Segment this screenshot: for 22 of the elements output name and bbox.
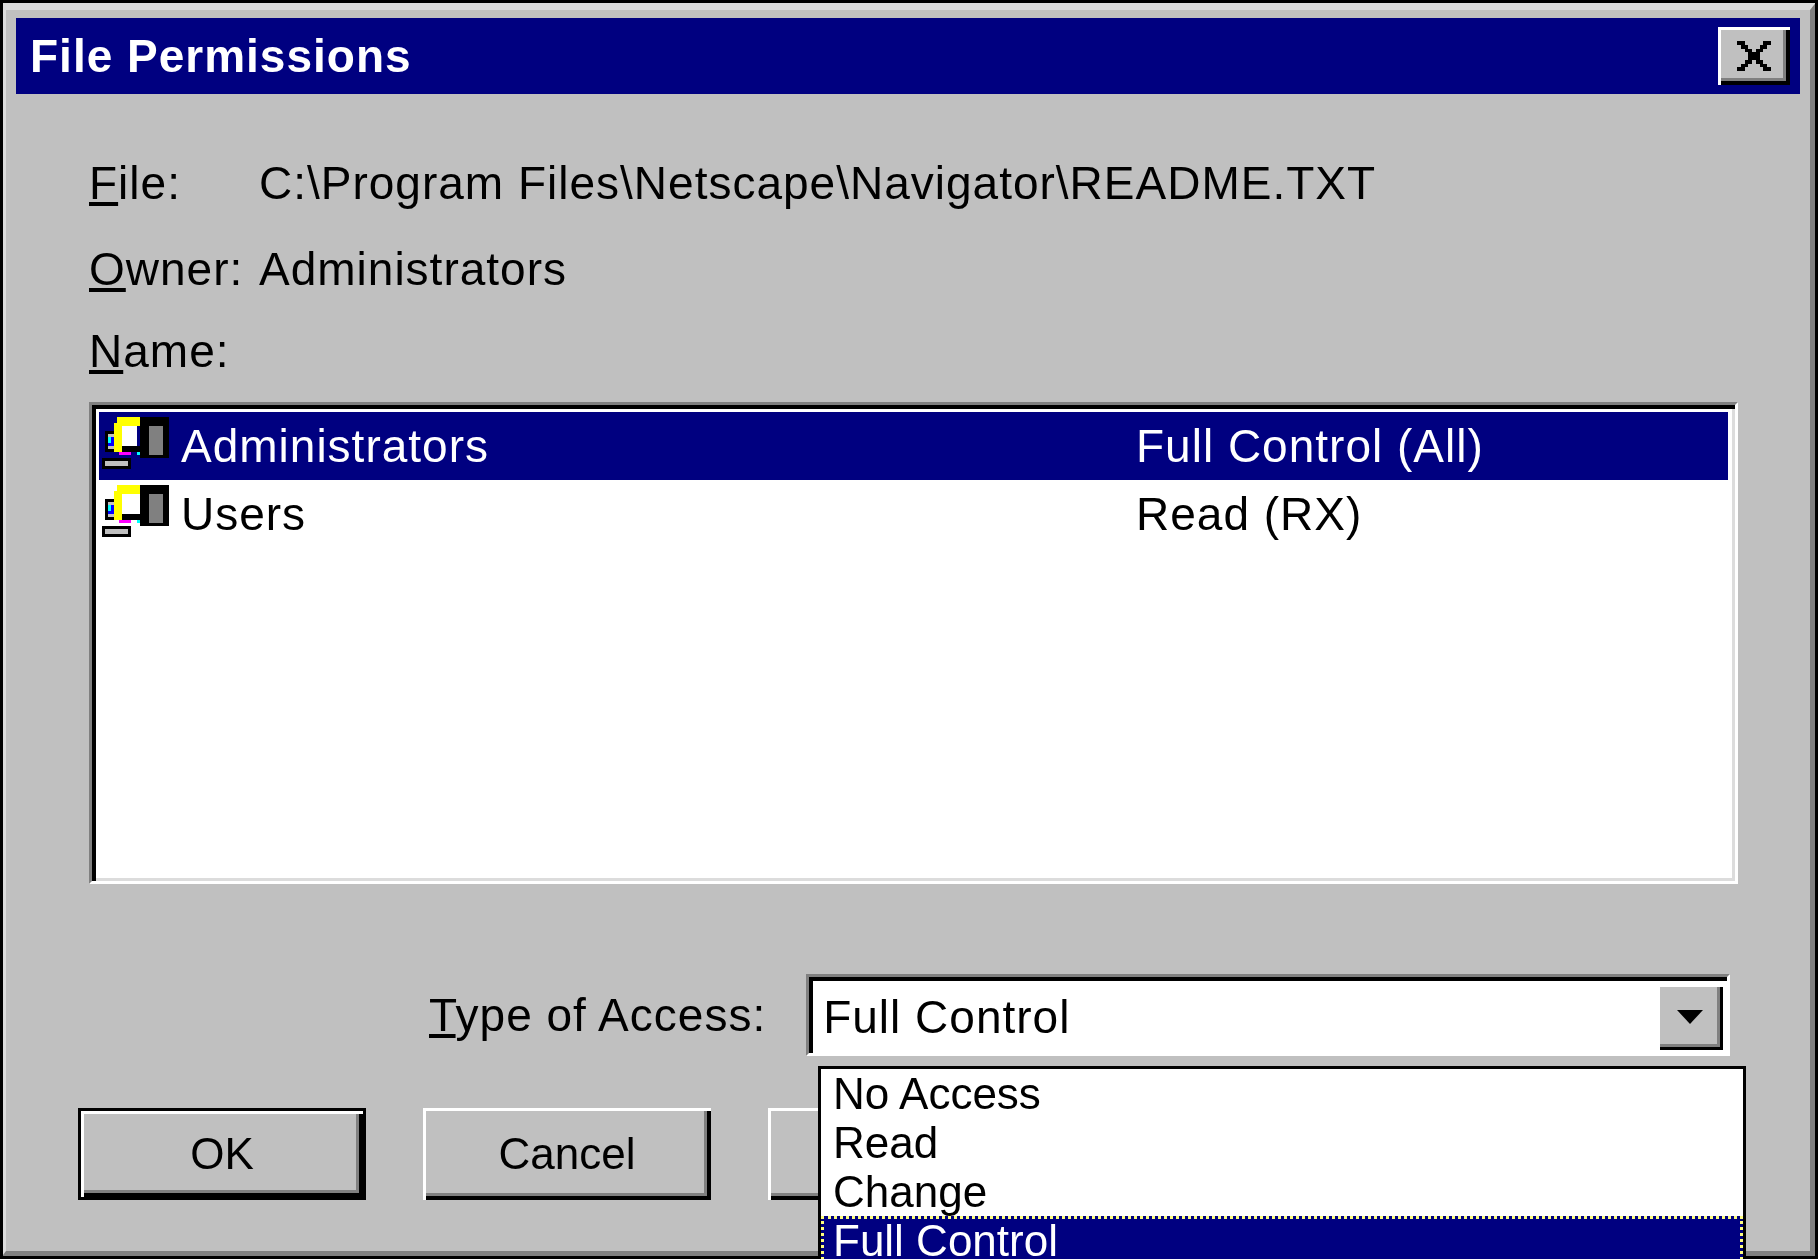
dropdown-button[interactable] — [1657, 984, 1724, 1050]
field-value: C:\Program Files\Netscape\Navigator\README.TXT — [259, 156, 1378, 210]
access-dropdown[interactable]: Full Control — [806, 974, 1731, 1056]
field-label: File: — [89, 156, 182, 210]
name-label: Name: — [89, 324, 231, 378]
caret-icon — [1677, 1010, 1704, 1024]
account-permission: Full Control (All) — [1136, 419, 1484, 473]
account-row[interactable]: Administrators Full Control (All) — [99, 412, 1728, 480]
account-permission: Read (RX) — [1136, 487, 1363, 541]
account-row[interactable]: Users Read (RX) — [99, 480, 1728, 548]
account-name: Users — [181, 487, 308, 541]
dialog-button[interactable]: OK — [78, 1108, 366, 1200]
access-label: Type of Access: — [429, 988, 767, 1042]
account-name: Administrators — [181, 419, 490, 473]
dropdown-value: Full Control — [823, 990, 1071, 1044]
close-button[interactable] — [1718, 27, 1790, 85]
field-label: Owner: — [89, 242, 245, 296]
window-title: File Permissions — [30, 29, 412, 83]
field-value: Administrators — [259, 242, 568, 296]
dropdown-option[interactable]: Full Control — [821, 1216, 1743, 1259]
close-icon — [1737, 41, 1771, 71]
dialog-button[interactable]: Cancel — [423, 1108, 711, 1200]
